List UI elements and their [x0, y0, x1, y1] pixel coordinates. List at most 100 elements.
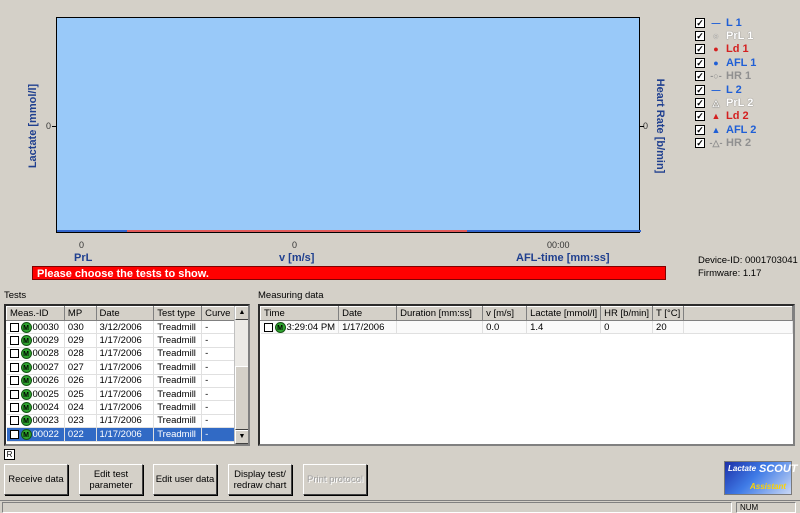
cell-meas-id[interactable]: M 00024	[6, 400, 65, 415]
cell-test-type[interactable]: Treadmill	[153, 320, 203, 335]
legend-checkbox[interactable]: ✓	[695, 124, 705, 135]
table-row[interactable]: M 00026 026 1/17/2006 Treadmill -	[6, 374, 238, 388]
col-header-velocity[interactable]: v [m/s]	[482, 306, 528, 321]
row-checkbox[interactable]	[9, 416, 19, 426]
edit-test-parameter-button[interactable]: Edit test parameter	[79, 464, 143, 495]
cell-test-type[interactable]: Treadmill	[153, 400, 203, 415]
col-header-duration[interactable]: Duration [mm:ss]	[396, 306, 484, 321]
legend-item[interactable]: ✓ △ PrL 2	[695, 96, 795, 109]
col-header-meas-id[interactable]: Meas.-ID	[6, 306, 65, 321]
cell-test-type[interactable]: Treadmill	[153, 333, 203, 348]
col-header-time[interactable]: Time	[260, 306, 340, 321]
cell-meas-id[interactable]: M 00029	[6, 333, 65, 348]
cell-curve[interactable]: -	[201, 414, 238, 429]
legend-item[interactable]: ✓ ● AFL 1	[695, 56, 795, 69]
col-header-date[interactable]: Date	[338, 306, 398, 321]
cell-date[interactable]: 1/17/2006	[96, 414, 155, 429]
cell-test-type[interactable]: Treadmill	[153, 427, 203, 442]
cell-date[interactable]: 1/17/2006	[96, 347, 155, 362]
cell-meas-id[interactable]: M 00023	[6, 414, 65, 429]
cell-mp[interactable]: 027	[64, 360, 97, 375]
col-header-test-type[interactable]: Test type	[153, 306, 203, 321]
legend-checkbox[interactable]: ✓	[695, 98, 705, 109]
cell-lactate[interactable]: 1.4	[526, 320, 602, 335]
receive-data-button[interactable]: Receive data	[4, 464, 68, 495]
cell-curve[interactable]: -	[201, 427, 238, 442]
legend-checkbox[interactable]: ✓	[695, 111, 705, 122]
cell-date[interactable]: 1/17/2006	[96, 360, 155, 375]
table-row[interactable]: M 00030 030 3/12/2006 Treadmill -	[6, 320, 238, 335]
row-checkbox[interactable]	[9, 376, 19, 386]
cell-meas-id[interactable]: M 00025	[6, 387, 65, 402]
scroll-down-arrow-icon[interactable]: ▼	[235, 430, 248, 444]
table-row[interactable]: M 00027 027 1/17/2006 Treadmill -	[6, 360, 238, 375]
cell-mp[interactable]: 029	[64, 333, 97, 348]
cell-date[interactable]: 1/17/2006	[96, 333, 155, 348]
cell-date[interactable]: 1/17/2006	[338, 320, 398, 335]
cell-mp[interactable]: 022	[64, 427, 97, 442]
tests-scrollbar[interactable]: ▲ ▼	[234, 306, 248, 444]
cell-curve[interactable]: -	[201, 347, 238, 362]
col-header-curve[interactable]: Curve	[201, 306, 238, 321]
row-checkbox[interactable]	[9, 362, 19, 372]
table-row[interactable]: M 00029 029 1/17/2006 Treadmill -	[6, 333, 238, 348]
cell-meas-id[interactable]: M 00030	[6, 320, 65, 335]
cell-mp[interactable]: 023	[64, 414, 97, 429]
legend-checkbox[interactable]: ✓	[695, 71, 705, 82]
legend-item[interactable]: ✓ — L 2	[695, 83, 795, 96]
measuring-table[interactable]: Time Date Duration [mm:ss] v [m/s] Lacta…	[258, 304, 795, 446]
cell-date[interactable]: 1/17/2006	[96, 427, 155, 442]
legend-item[interactable]: ✓ -○- HR 1	[695, 70, 795, 83]
cell-meas-id[interactable]: M 00022	[6, 427, 65, 442]
col-header-lactate[interactable]: Lactate [mmol/l]	[526, 306, 602, 321]
table-row[interactable]: M 00023 023 1/17/2006 Treadmill -	[6, 414, 238, 429]
legend-item[interactable]: ✓ — L 1	[695, 16, 795, 29]
table-row[interactable]: M 00022 022 1/17/2006 Treadmill -	[6, 427, 238, 442]
table-row[interactable]: M 00028 028 1/17/2006 Treadmill -	[6, 347, 238, 362]
cell-temp[interactable]: 20	[652, 320, 685, 335]
cell-curve[interactable]: -	[201, 374, 238, 388]
cell-curve[interactable]: -	[201, 360, 238, 375]
cell-mp[interactable]: 026	[64, 374, 97, 388]
cell-meas-id[interactable]: M 00027	[6, 360, 65, 375]
legend-item[interactable]: ✓ ○ PrL 1	[695, 29, 795, 42]
print-protocol-button[interactable]: Print protocol	[303, 464, 367, 495]
row-checkbox[interactable]	[9, 349, 19, 359]
cell-curve[interactable]: -	[201, 387, 238, 402]
cell-meas-id[interactable]: M 00026	[6, 374, 65, 388]
cell-date[interactable]: 1/17/2006	[96, 387, 155, 402]
row-checkbox[interactable]	[9, 429, 19, 439]
cell-time[interactable]: M 3:29:04 PM	[260, 320, 340, 335]
cell-test-type[interactable]: Treadmill	[153, 414, 203, 429]
cell-meas-id[interactable]: M 00028	[6, 347, 65, 362]
legend-checkbox[interactable]: ✓	[695, 138, 705, 149]
tests-table[interactable]: Meas.-ID MP Date Test type Curve M 00030 0…	[4, 304, 250, 446]
cell-date[interactable]: 3/12/2006	[96, 320, 155, 335]
cell-test-type[interactable]: Treadmill	[153, 360, 203, 375]
scroll-thumb[interactable]	[235, 366, 248, 430]
legend-checkbox[interactable]: ✓	[695, 84, 705, 95]
cell-date[interactable]: 1/17/2006	[96, 374, 155, 388]
row-checkbox[interactable]	[9, 336, 19, 346]
scroll-up-arrow-icon[interactable]: ▲	[235, 306, 248, 320]
cell-mp[interactable]: 030	[64, 320, 97, 335]
cell-curve[interactable]: -	[201, 400, 238, 415]
edit-user-data-button[interactable]: Edit user data	[153, 464, 217, 495]
cell-curve[interactable]: -	[201, 320, 238, 335]
legend-item[interactable]: ✓ ▲ AFL 2	[695, 123, 795, 136]
table-row[interactable]: M 3:29:04 PM 1/17/2006 0.0 1.4 0 20	[260, 320, 793, 335]
col-header-temp[interactable]: T [°C]	[652, 306, 685, 321]
row-checkbox[interactable]	[9, 389, 19, 399]
legend-checkbox[interactable]: ✓	[695, 31, 705, 42]
row-checkbox[interactable]	[263, 322, 273, 332]
cell-duration[interactable]	[396, 320, 484, 335]
cell-test-type[interactable]: Treadmill	[153, 347, 203, 362]
legend-checkbox[interactable]: ✓	[695, 57, 705, 68]
cell-mp[interactable]: 024	[64, 400, 97, 415]
col-header-date[interactable]: Date	[95, 306, 155, 321]
cell-mp[interactable]: 028	[64, 347, 97, 362]
legend-item[interactable]: ✓ -△- HR 2	[695, 137, 795, 150]
legend-item[interactable]: ✓ ▲ Ld 2	[695, 110, 795, 123]
cell-test-type[interactable]: Treadmill	[153, 374, 203, 388]
cell-date[interactable]: 1/17/2006	[96, 400, 155, 415]
